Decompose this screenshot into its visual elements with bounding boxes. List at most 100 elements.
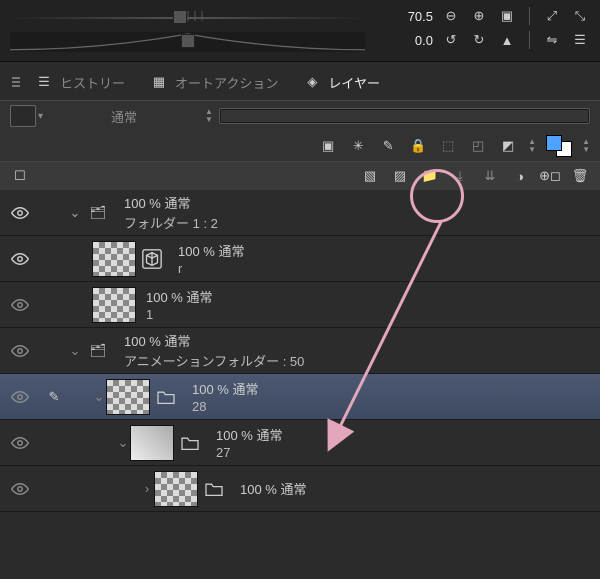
layer-thumbnail[interactable]: [106, 379, 150, 415]
layer-opacity-label: 100 % 通常: [192, 379, 258, 398]
layer-opacity-label: 100 % 通常: [146, 287, 212, 306]
reset-rotation-icon[interactable]: ▲: [497, 30, 517, 50]
tab-history[interactable]: ☰ ヒストリー: [24, 68, 135, 96]
rotate-value: 0.0: [415, 33, 433, 48]
merge-down-icon: ⇊: [480, 166, 500, 186]
layer-row[interactable]: ⌄ 100 % 通常27: [0, 420, 600, 466]
layers-icon: ◈: [302, 72, 322, 92]
zoom-slider[interactable]: [10, 8, 365, 26]
disclosure-chevron[interactable]: ⌄: [116, 435, 130, 451]
visibility-toggle[interactable]: [0, 480, 40, 498]
lock-row: ▣ ✳ ✎ 🔒 ⬚ ◰ ◩ ▲▼ ▲▼: [0, 131, 600, 161]
panel-display-icon[interactable]: ☐: [10, 166, 30, 186]
layer-actions-row: ☐ ▧ ▨ 📁 ⤓ ⇊ ◑ ⊕◻ 🗑: [0, 161, 600, 190]
disclosure-chevron[interactable]: ›: [140, 481, 154, 496]
ruler-stepper[interactable]: ▲▼: [528, 138, 536, 154]
tab-layer-label: レイヤー: [328, 73, 380, 92]
panel-menu-icon[interactable]: ☰: [570, 30, 590, 50]
history-icon: ☰: [34, 72, 54, 92]
new-vector-layer-icon[interactable]: ▨: [390, 166, 410, 186]
layer-label-block: 100 % 通常28: [192, 379, 258, 414]
palette-color-button[interactable]: [10, 105, 36, 127]
layer-name-label[interactable]: アニメーションフォルダー : 50: [124, 351, 304, 370]
layer-row[interactable]: ⌄🗂 100 % 通常アニメーションフォルダー : 50: [0, 328, 600, 374]
ruler-toggle-icon[interactable]: ◩: [498, 136, 518, 156]
layer-row[interactable]: 100 % 通常r: [0, 236, 600, 282]
lock-icon[interactable]: 🔒: [408, 136, 428, 156]
layer-thumbnail[interactable]: [92, 287, 136, 323]
zoom-out-icon[interactable]: ⊖: [441, 6, 461, 26]
blend-mode-stepper[interactable]: ▲▼: [205, 108, 213, 124]
new-folder-icon[interactable]: 📁: [420, 166, 440, 186]
layer-thumbnail[interactable]: [92, 241, 136, 277]
layer-name-label[interactable]: 27: [216, 445, 282, 460]
visibility-toggle[interactable]: [0, 250, 40, 268]
new-raster-layer-icon[interactable]: ▧: [360, 166, 380, 186]
layer-opacity-label: 100 % 通常: [216, 425, 282, 444]
layer-opacity-label: 100 % 通常: [124, 193, 218, 212]
layer-thumbnail[interactable]: [154, 471, 198, 507]
rotate-cw-icon[interactable]: ↻: [469, 30, 489, 50]
visibility-toggle[interactable]: [0, 434, 40, 452]
delete-layer-icon[interactable]: 🗑: [570, 166, 590, 186]
layer-row[interactable]: ⌄🗂100 % 通常フォルダー 1 : 2: [0, 190, 600, 236]
layer-list: ⌄🗂100 % 通常フォルダー 1 : 2100 % 通常r100 % 通常1⌄…: [0, 190, 600, 512]
layer-row[interactable]: ✎⌄100 % 通常28: [0, 374, 600, 420]
apply-mask-icon[interactable]: ⊕◻: [540, 166, 560, 186]
layer-label-block: 100 % 通常アニメーションフォルダー : 50: [124, 331, 304, 370]
color-stepper[interactable]: ▲▼: [582, 138, 590, 154]
blend-mode-select[interactable]: 通常: [49, 107, 199, 126]
flip-horizontal-icon[interactable]: ⇋: [542, 30, 562, 50]
layer-name-label[interactable]: r: [178, 261, 244, 276]
zoom-value: 70.5: [408, 9, 433, 24]
slider-block: [0, 0, 375, 61]
layer-label-block: 100 % 通常: [240, 479, 306, 499]
frame-border-icon: ◰: [468, 136, 488, 156]
fit-window-icon[interactable]: ⤢: [542, 6, 562, 26]
draft-layer-icon[interactable]: ✎: [378, 136, 398, 156]
layer-label-block: 100 % 通常1: [146, 287, 212, 322]
layer-name-label[interactable]: 1: [146, 307, 212, 322]
tab-history-label: ヒストリー: [60, 73, 125, 92]
panel-tabs: ☰ ヒストリー ▦ オートアクション ◈ レイヤー: [0, 62, 600, 98]
opacity-slider[interactable]: [219, 108, 590, 124]
visibility-toggle[interactable]: [0, 388, 40, 406]
visibility-toggle[interactable]: [0, 204, 40, 222]
palette-color-chevron[interactable]: ▾: [38, 111, 43, 122]
fit-screen-icon[interactable]: ▣: [497, 6, 517, 26]
tab-autoaction[interactable]: ▦ オートアクション: [139, 68, 288, 96]
visibility-toggle[interactable]: [0, 296, 40, 314]
layer-label-block: 100 % 通常r: [178, 241, 244, 276]
blend-row: ▾ 通常 ▲▼: [0, 100, 600, 131]
disclosure-chevron[interactable]: ⌄: [68, 343, 82, 359]
extract-line-icon: ⬚: [438, 136, 458, 156]
autoaction-icon: ▦: [149, 72, 169, 92]
blend-mode-label: 通常: [111, 110, 137, 125]
visibility-toggle[interactable]: [0, 342, 40, 360]
layer-row[interactable]: 100 % 通常1: [0, 282, 600, 328]
rotation-slider[interactable]: [10, 32, 365, 50]
zoom-in-icon[interactable]: ⊕: [469, 6, 489, 26]
disclosure-chevron[interactable]: ⌄: [92, 389, 106, 405]
panel-grip[interactable]: [6, 77, 20, 87]
layer-label-block: 100 % 通常フォルダー 1 : 2: [124, 193, 218, 232]
layer-mask-icon[interactable]: ◑: [510, 166, 530, 186]
folder-icon: [174, 431, 206, 455]
folder-thumbnail-icon: 🗂: [82, 339, 114, 363]
cube-3d-icon: [136, 247, 168, 271]
actual-size-icon[interactable]: ⤡: [570, 6, 590, 26]
transfer-down-icon: ⤓: [450, 166, 470, 186]
layer-color-swatch[interactable]: [546, 135, 572, 157]
disclosure-chevron[interactable]: ⌄: [68, 205, 82, 221]
layer-thumbnail[interactable]: [130, 425, 174, 461]
layer-label-block: 100 % 通常27: [216, 425, 282, 460]
reference-layer-icon[interactable]: ✳: [348, 136, 368, 156]
layer-row[interactable]: › 100 % 通常: [0, 466, 600, 512]
layer-name-label[interactable]: フォルダー 1 : 2: [124, 213, 218, 232]
rotate-ccw-icon[interactable]: ↺: [441, 30, 461, 50]
layer-opacity-label: 100 % 通常: [178, 241, 244, 260]
clip-mask-icon[interactable]: ▣: [318, 136, 338, 156]
layer-name-label[interactable]: 28: [192, 399, 258, 414]
tab-layer[interactable]: ◈ レイヤー: [292, 68, 390, 96]
layer-opacity-label: 100 % 通常: [240, 479, 306, 498]
